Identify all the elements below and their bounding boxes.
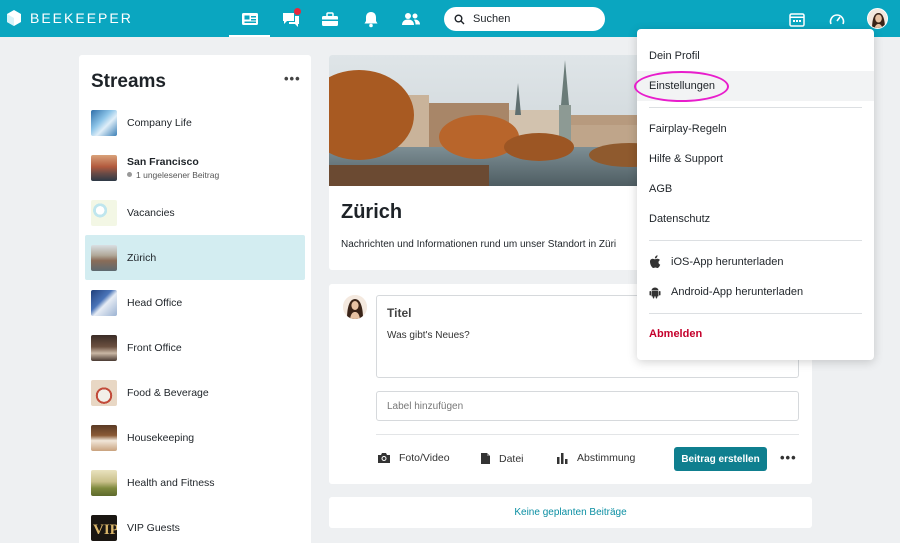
menu-item-profile[interactable]: Dein Profil — [637, 41, 874, 71]
menu-item-help[interactable]: Hilfe & Support — [637, 144, 874, 174]
stream-name: Health and Fitness — [127, 476, 215, 489]
menu-item-fairplay[interactable]: Fairplay-Regeln — [637, 114, 874, 144]
search-input[interactable]: Suchen — [444, 7, 605, 31]
stream-icon[interactable] — [238, 7, 262, 31]
beekeeper-logo-icon — [7, 10, 21, 26]
create-post-button[interactable]: Beitrag erstellen — [674, 447, 767, 471]
composer-more-button[interactable]: ••• — [780, 450, 797, 465]
sidebar-item-head-office[interactable]: Head Office — [85, 280, 305, 325]
file-button[interactable]: Datei — [480, 452, 524, 465]
stream-name: Zürich — [127, 251, 157, 264]
streams-title: Streams — [91, 71, 166, 92]
stream-name: Vacancies — [127, 206, 175, 219]
chat-notification-dot — [294, 8, 301, 15]
stream-thumbnail — [91, 244, 117, 271]
streams-sidebar: Streams ••• Company Life San Francisco 1… — [79, 55, 311, 543]
tools-icon[interactable] — [318, 7, 342, 31]
stream-thumbnail — [91, 424, 117, 451]
menu-divider — [649, 107, 862, 108]
photo-video-button[interactable]: Foto/Video — [377, 452, 450, 464]
sidebar-item-housekeeping[interactable]: Housekeeping — [85, 415, 305, 460]
search-placeholder: Suchen — [473, 13, 511, 25]
menu-item-privacy[interactable]: Datenschutz — [637, 204, 874, 234]
stream-thumbnail — [91, 334, 117, 361]
composer-divider — [376, 434, 799, 435]
scheduled-posts-link[interactable]: Keine geplanten Beiträge — [329, 497, 812, 528]
stream-thumbnail — [91, 379, 117, 406]
poll-button[interactable]: Abstimmung — [556, 452, 635, 464]
android-app-label: Android-App herunterladen — [671, 286, 804, 298]
svg-text:VIP: VIP — [93, 522, 117, 538]
apple-icon — [650, 255, 661, 268]
menu-divider — [649, 313, 862, 314]
stream-thumbnail — [91, 154, 117, 181]
label-input[interactable]: Label hinzufügen — [376, 391, 799, 421]
menu-item-agb[interactable]: AGB — [637, 174, 874, 204]
sidebar-item-san-francisco[interactable]: San Francisco 1 ungelesener Beitrag — [85, 145, 305, 190]
android-icon — [649, 287, 661, 299]
stream-name: San Francisco — [127, 155, 199, 168]
composer-avatar — [343, 295, 367, 319]
sidebar-item-vacancies[interactable]: Vacancies — [85, 190, 305, 235]
people-icon[interactable] — [399, 7, 423, 31]
file-label: Datei — [499, 452, 524, 465]
beekeeper-logo[interactable]: BEEKEEPER — [4, 8, 133, 28]
photo-video-label: Foto/Video — [399, 452, 450, 464]
brand-name: BEEKEEPER — [30, 10, 133, 26]
menu-divider — [649, 240, 862, 241]
stream-thumbnail — [91, 109, 117, 136]
calendar-icon[interactable] — [785, 7, 809, 31]
sidebar-item-zurich[interactable]: Zürich — [85, 235, 305, 280]
unread-count: 1 ungelesener Beitrag — [127, 170, 219, 180]
stream-name: Head Office — [127, 296, 183, 309]
bell-icon[interactable] — [359, 7, 383, 31]
poll-icon — [557, 453, 568, 464]
ios-app-label: iOS-App herunterladen — [671, 256, 784, 268]
sidebar-item-vip-guests[interactable]: VIP VIP Guests — [85, 505, 305, 543]
search-icon — [454, 14, 465, 24]
stream-thumbnail: VIP — [91, 514, 119, 541]
menu-item-logout[interactable]: Abmelden — [637, 319, 874, 349]
sidebar-item-food-beverage[interactable]: Food & Beverage — [85, 370, 305, 415]
stream-name: Front Office — [127, 341, 182, 354]
streams-more-button[interactable]: ••• — [284, 71, 301, 86]
post-title-field[interactable]: Titel — [387, 306, 411, 320]
menu-item-ios-app[interactable]: iOS-App herunterladen — [637, 247, 874, 277]
stream-thumbnail — [91, 469, 117, 496]
post-body-field[interactable]: Was gibt's Neues? — [387, 330, 470, 341]
stream-name: Housekeeping — [127, 431, 195, 444]
stream-thumbnail — [91, 199, 117, 226]
poll-label: Abstimmung — [577, 452, 636, 464]
stream-thumbnail — [91, 289, 117, 316]
file-icon — [481, 453, 490, 464]
settings-highlight-annotation — [634, 71, 729, 102]
sidebar-item-company-life[interactable]: Company Life — [85, 100, 305, 145]
sidebar-item-front-office[interactable]: Front Office — [85, 325, 305, 370]
sidebar-item-health-fitness[interactable]: Health and Fitness — [85, 460, 305, 505]
menu-item-android-app[interactable]: Android-App herunterladen — [637, 277, 874, 307]
stream-name: Company Life — [127, 116, 192, 129]
stream-name: VIP Guests — [127, 521, 180, 534]
camera-icon — [378, 453, 390, 463]
stream-title: Zürich — [341, 201, 403, 223]
active-tab-indicator — [229, 35, 270, 37]
user-avatar[interactable] — [867, 8, 888, 29]
speedometer-icon[interactable] — [825, 7, 849, 31]
unread-dot — [127, 172, 132, 177]
stream-description: Nachrichten und Informationen rund um un… — [341, 239, 617, 250]
stream-name: Food & Beverage — [127, 386, 209, 399]
